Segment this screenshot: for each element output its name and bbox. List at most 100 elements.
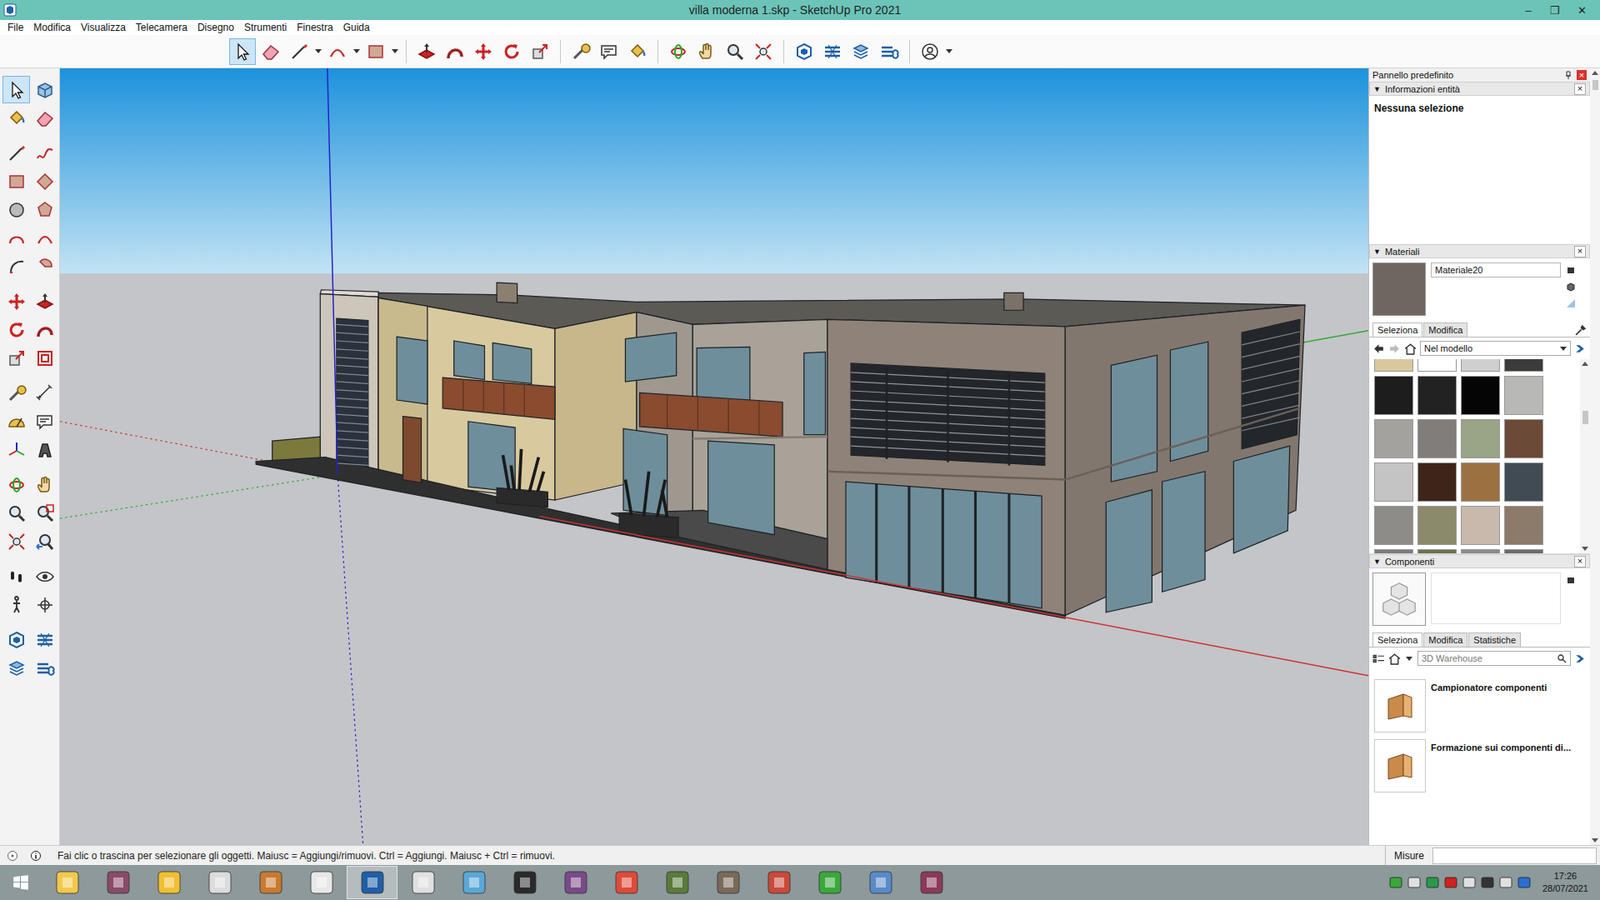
tool-button[interactable] [2, 562, 30, 590]
toolbar-button[interactable] [470, 38, 497, 65]
default-material-icon[interactable] [1565, 298, 1576, 309]
menu-item[interactable]: Strumenti [239, 20, 292, 35]
taskbar-app[interactable] [804, 865, 855, 900]
close-button[interactable]: × [1574, 245, 1586, 258]
taskbar-app[interactable] [346, 865, 398, 900]
scrollbar[interactable] [1580, 359, 1590, 554]
pin-icon[interactable] [1563, 70, 1574, 80]
taskbar-app[interactable] [651, 865, 703, 900]
tool-button[interactable] [30, 75, 59, 104]
taskbar-app[interactable] [702, 865, 754, 900]
menu-item[interactable]: Telecamera [130, 20, 193, 35]
tool-button[interactable] [2, 527, 30, 555]
taskbar-app[interactable] [550, 865, 601, 900]
tab[interactable]: Modifica [1423, 322, 1468, 337]
tool-button[interactable] [30, 315, 59, 344]
tool-button[interactable] [30, 590, 59, 619]
tray-icon[interactable] [1444, 875, 1458, 890]
tab[interactable]: Seleziona [1372, 322, 1423, 337]
close-button[interactable]: × [1574, 83, 1586, 95]
menu-item[interactable]: File [2, 20, 29, 35]
collection-dropdown[interactable]: Nel modello [1420, 340, 1571, 356]
create-material-icon[interactable] [1565, 281, 1576, 292]
dropdown-arrow[interactable] [313, 38, 324, 65]
toolbar-button[interactable] [916, 38, 944, 65]
tool-button[interactable] [30, 435, 59, 464]
material-swatch[interactable] [1374, 375, 1414, 415]
tool-button[interactable] [30, 224, 59, 252]
tray-icon[interactable] [1407, 875, 1421, 890]
menu-item[interactable]: Guida [338, 20, 375, 35]
material-swatch[interactable] [1417, 419, 1457, 459]
material-swatch[interactable] [1460, 419, 1500, 459]
material-swatch[interactable] [1504, 359, 1544, 372]
toolbar-button[interactable] [567, 38, 595, 65]
taskbar-app[interactable] [41, 865, 93, 900]
tool-button[interactable] [30, 654, 59, 682]
material-name-field[interactable]: Materiale20 [1430, 262, 1561, 278]
taskbar-app[interactable] [905, 865, 957, 900]
taskbar-app[interactable] [92, 865, 144, 900]
component-name-field[interactable] [1430, 572, 1561, 625]
material-swatch[interactable] [1504, 462, 1544, 502]
material-swatch[interactable] [1374, 462, 1414, 502]
tool-button[interactable] [2, 167, 30, 195]
material-swatch[interactable] [1374, 505, 1414, 545]
tool-button[interactable] [30, 625, 59, 654]
material-swatch[interactable] [1417, 359, 1457, 372]
material-swatch[interactable] [1417, 549, 1457, 554]
tray-icon[interactable] [1389, 875, 1403, 890]
tray-icon[interactable] [1517, 875, 1531, 890]
material-swatch[interactable] [1504, 505, 1544, 545]
tool-button[interactable] [2, 195, 30, 224]
toolbar-button[interactable] [693, 38, 720, 65]
start-button[interactable] [0, 865, 42, 900]
tray-icon[interactable] [1462, 875, 1476, 890]
menu-item[interactable]: Visualizza [75, 20, 131, 35]
toolbar-button[interactable] [324, 38, 351, 65]
tool-button[interactable] [2, 139, 30, 167]
search-field[interactable]: 3D Warehouse [1417, 650, 1571, 666]
toolbar-button[interactable] [285, 38, 313, 65]
3d-viewport[interactable] [60, 68, 1369, 845]
toolbar-button[interactable] [847, 38, 875, 65]
taskbar-app[interactable] [245, 865, 296, 900]
material-swatch[interactable] [1417, 375, 1457, 415]
tool-button[interactable] [2, 590, 30, 619]
clock[interactable]: 17:2628/07/2021 [1542, 870, 1589, 895]
info-icon[interactable] [30, 850, 42, 862]
tool-button[interactable] [2, 344, 30, 372]
taskbar-app[interactable] [397, 865, 449, 900]
tool-button[interactable] [30, 562, 59, 590]
search-icon[interactable] [1556, 653, 1567, 664]
tool-button[interactable] [30, 287, 59, 315]
taskbar-app[interactable] [143, 865, 195, 900]
tool-button[interactable] [2, 407, 30, 435]
tool-button[interactable] [30, 167, 59, 195]
tool-button[interactable] [2, 287, 30, 315]
tool-button[interactable] [30, 470, 59, 499]
menu-item[interactable]: Finestra [291, 20, 338, 35]
tool-button[interactable] [2, 625, 30, 654]
window-control[interactable]: – [1515, 4, 1542, 17]
toolbar-button[interactable] [624, 38, 651, 65]
home-icon[interactable] [1388, 652, 1401, 665]
home-icon[interactable] [1404, 342, 1417, 355]
material-swatch[interactable] [1374, 359, 1414, 372]
toolbar-button[interactable] [665, 38, 692, 65]
window-control[interactable]: ✕ [1568, 4, 1595, 17]
toolbar-button[interactable] [595, 38, 623, 65]
tool-button[interactable] [30, 499, 59, 527]
dropdown-arrow[interactable] [351, 38, 362, 65]
tool-button[interactable] [30, 195, 59, 224]
back-icon[interactable] [1372, 342, 1385, 355]
tray-icon[interactable] [1425, 875, 1440, 890]
navigation-dropdown[interactable] [1405, 656, 1413, 661]
component-item[interactable]: Formazione sui componenti di... [1369, 735, 1590, 796]
view-options-icon[interactable] [1372, 652, 1385, 665]
toolbar-button[interactable] [721, 38, 749, 65]
tool-button[interactable] [30, 252, 59, 280]
section-header[interactable]: ▼Informazioni entità× [1369, 81, 1590, 96]
material-swatch[interactable] [1460, 462, 1500, 502]
material-swatch[interactable] [1504, 419, 1544, 459]
